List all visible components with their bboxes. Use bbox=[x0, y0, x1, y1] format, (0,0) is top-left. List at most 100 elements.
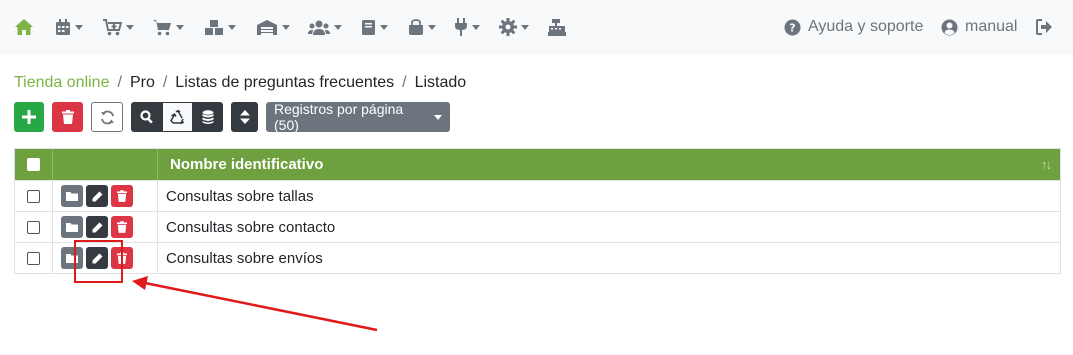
chevron-down-icon bbox=[126, 24, 134, 30]
row-select-cell bbox=[15, 181, 53, 211]
book-menu[interactable] bbox=[361, 16, 388, 38]
shopping-cart-icon bbox=[153, 19, 171, 35]
row-select-cell bbox=[15, 243, 53, 273]
chevron-down-icon bbox=[228, 24, 236, 30]
cubes-menu[interactable] bbox=[204, 16, 236, 38]
sort-button[interactable] bbox=[231, 102, 258, 132]
open-folder-button[interactable] bbox=[61, 185, 83, 207]
logout-button[interactable] bbox=[1036, 16, 1053, 38]
faq-lists-table: Nombre identificativo ↑↓ Consultas sobre… bbox=[14, 148, 1061, 274]
row-checkbox[interactable] bbox=[27, 251, 40, 265]
cash-register-icon bbox=[548, 18, 566, 36]
row-checkbox[interactable] bbox=[27, 220, 40, 234]
calendar-menu[interactable] bbox=[55, 16, 83, 38]
plug-menu[interactable] bbox=[454, 16, 480, 38]
header-actions-cell bbox=[53, 149, 158, 180]
table-row: Consultas sobre envíos bbox=[15, 242, 1060, 273]
shopping-bag-menu[interactable] bbox=[408, 16, 436, 38]
calendar-icon bbox=[56, 18, 70, 35]
cart-plus-menu[interactable] bbox=[103, 16, 134, 38]
row-actions bbox=[53, 212, 158, 242]
breadcrumb-item-tienda-online[interactable]: Tienda online bbox=[14, 74, 109, 92]
row-name-cell[interactable]: Consultas sobre tallas bbox=[158, 181, 1060, 211]
row-name-cell[interactable]: Consultas sobre envíos bbox=[158, 243, 1060, 273]
chevron-down-icon bbox=[434, 114, 442, 120]
table-header: Nombre identificativo ↑↓ bbox=[15, 149, 1060, 180]
header-select-cell bbox=[15, 149, 53, 180]
book-icon bbox=[362, 19, 375, 35]
svg-text:?: ? bbox=[789, 21, 795, 34]
chevron-down-icon bbox=[380, 24, 388, 30]
warehouse-icon bbox=[257, 19, 277, 35]
breadcrumb-separator: / bbox=[117, 74, 122, 91]
home-icon bbox=[15, 19, 33, 35]
user-menu[interactable]: manual bbox=[941, 16, 1017, 38]
breadcrumb-separator: / bbox=[162, 74, 168, 91]
shopping-bag-icon bbox=[409, 18, 423, 35]
user-label: manual bbox=[965, 18, 1018, 35]
breadcrumb: Tienda online / Pro / Listas de pregunta… bbox=[14, 73, 466, 93]
plus-icon bbox=[22, 110, 36, 124]
search-button[interactable] bbox=[131, 102, 162, 132]
users-menu[interactable] bbox=[308, 16, 342, 38]
add-button[interactable] bbox=[14, 102, 44, 132]
home-menu[interactable] bbox=[14, 16, 34, 38]
pencil-icon bbox=[92, 222, 102, 232]
recycle-button[interactable] bbox=[162, 102, 193, 132]
row-select-cell bbox=[15, 212, 53, 242]
edit-button[interactable] bbox=[86, 216, 108, 238]
chevron-down-icon bbox=[428, 24, 436, 30]
chevron-down-icon bbox=[334, 24, 342, 30]
plug-icon bbox=[455, 18, 467, 36]
delete-button[interactable] bbox=[52, 102, 83, 132]
row-checkbox[interactable] bbox=[27, 189, 40, 203]
database-icon bbox=[202, 109, 214, 124]
row-name-cell[interactable]: Consultas sobre contacto bbox=[158, 212, 1060, 242]
trash-icon bbox=[117, 190, 127, 202]
pencil-icon bbox=[92, 191, 102, 201]
delete-row-button[interactable] bbox=[111, 216, 133, 238]
select-all-checkbox[interactable] bbox=[27, 158, 40, 171]
chevron-down-icon bbox=[75, 24, 83, 30]
folder-icon bbox=[66, 223, 78, 232]
warehouse-menu[interactable] bbox=[256, 16, 290, 38]
cog-icon bbox=[499, 18, 517, 36]
breadcrumb-item-listado: Listado bbox=[414, 74, 467, 91]
breadcrumb-separator: / bbox=[402, 74, 407, 91]
column-header-label: Nombre identificativo bbox=[170, 156, 324, 173]
settings-menu[interactable] bbox=[499, 16, 529, 38]
users-icon bbox=[308, 20, 330, 35]
sign-out-icon bbox=[1036, 19, 1052, 35]
database-button[interactable] bbox=[193, 102, 223, 132]
sort-arrows-icon[interactable]: ↑↓ bbox=[1041, 157, 1052, 172]
recycle-icon bbox=[169, 109, 184, 124]
breadcrumb-item-pro: Pro bbox=[129, 74, 155, 91]
refresh-icon bbox=[100, 110, 114, 124]
annotation-highlight-box bbox=[74, 240, 123, 283]
records-per-page-dropdown[interactable]: Registros por página (50) bbox=[266, 101, 450, 133]
chevron-down-icon bbox=[521, 24, 529, 30]
shopping-cart-menu[interactable] bbox=[153, 16, 184, 38]
search-icon bbox=[139, 110, 153, 124]
cart-plus-icon bbox=[103, 18, 122, 35]
records-per-page-label: Registros por página (50) bbox=[274, 101, 404, 133]
refresh-button[interactable] bbox=[91, 102, 123, 132]
breadcrumb-item-listas: Listas de preguntas frecuentes bbox=[175, 74, 395, 91]
chevron-down-icon bbox=[282, 24, 290, 30]
sort-icon bbox=[239, 110, 250, 124]
table-row: Consultas sobre contacto bbox=[15, 211, 1060, 242]
row-actions bbox=[53, 181, 158, 211]
trash-icon bbox=[61, 110, 74, 124]
chevron-down-icon bbox=[176, 24, 184, 30]
user-circle-icon bbox=[941, 19, 958, 35]
help-support-link[interactable]: ? Ayuda y soporte bbox=[784, 16, 923, 38]
open-folder-button[interactable] bbox=[61, 216, 83, 238]
trash-icon bbox=[117, 221, 127, 233]
edit-button[interactable] bbox=[86, 185, 108, 207]
delete-row-button[interactable] bbox=[111, 185, 133, 207]
column-header-nombre[interactable]: Nombre identificativo ↑↓ bbox=[158, 149, 1060, 180]
table-row: Consultas sobre tallas bbox=[15, 180, 1060, 211]
folder-icon bbox=[66, 192, 78, 201]
cash-register-menu[interactable] bbox=[548, 16, 566, 38]
help-label: Ayuda y soporte bbox=[808, 18, 924, 35]
